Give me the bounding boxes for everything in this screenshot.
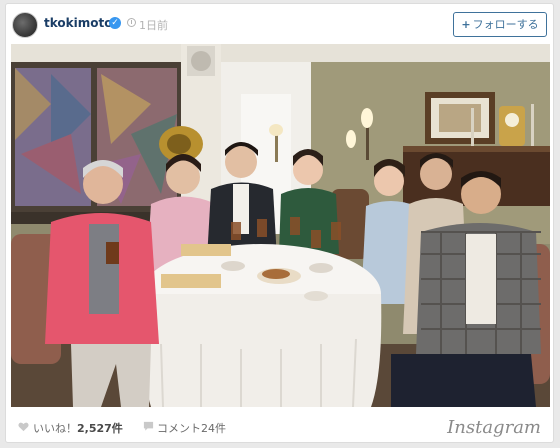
- post-header: tkokimoto ✓ 1日前 + フォローする: [6, 4, 553, 44]
- follow-button[interactable]: + フォローする: [453, 12, 547, 37]
- profile-avatar[interactable]: [12, 12, 38, 38]
- instagram-embed-card: tkokimoto ✓ 1日前 + フォローする いいね！2,527件 コメント…: [5, 3, 554, 443]
- comments-count[interactable]: コメント24件: [157, 420, 226, 436]
- follow-label: フォローする: [472, 18, 539, 31]
- likes-count[interactable]: いいね！2,527件: [33, 420, 123, 436]
- comment-icon[interactable]: [143, 421, 154, 432]
- plus-icon: +: [461, 18, 471, 31]
- clock-icon: [127, 18, 136, 27]
- post-footer: いいね！2,527件 コメント24件 Instagram: [6, 407, 553, 444]
- photo-illustration: [11, 44, 550, 407]
- verified-badge-icon: ✓: [109, 17, 121, 29]
- likes-number: 2,527件: [77, 422, 123, 435]
- heart-icon[interactable]: [18, 422, 29, 432]
- likes-label: いいね！: [33, 422, 77, 435]
- username-link[interactable]: tkokimoto: [44, 16, 112, 30]
- post-photo[interactable]: [11, 44, 550, 407]
- post-time[interactable]: 1日前: [139, 17, 168, 33]
- instagram-logo[interactable]: Instagram: [447, 417, 541, 438]
